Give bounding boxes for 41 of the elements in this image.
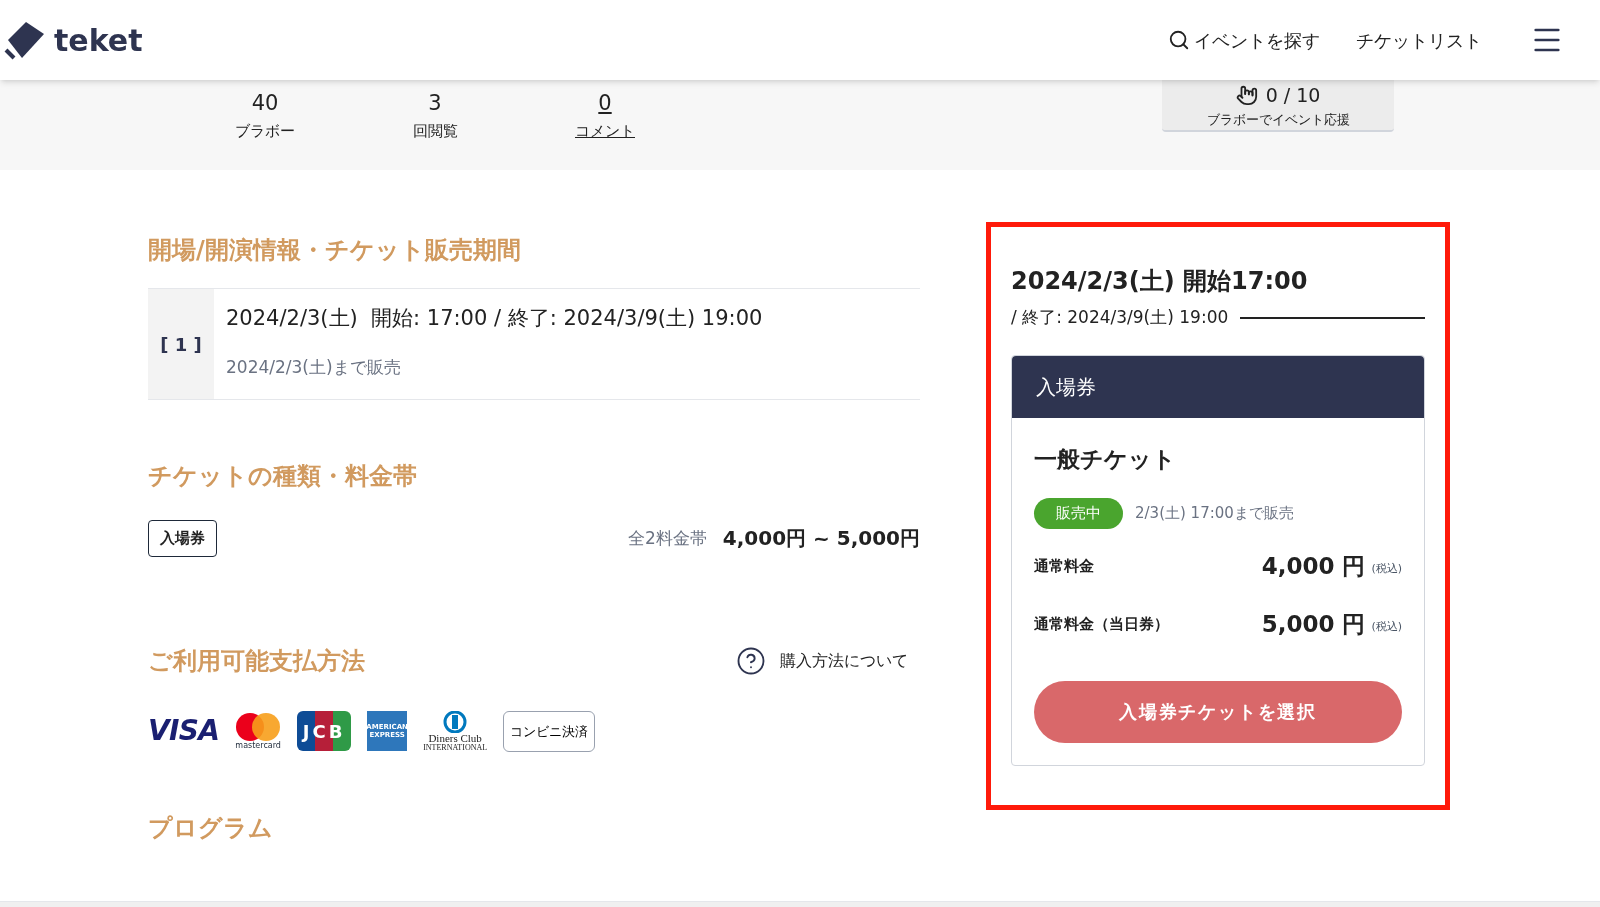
event-end: / 終了: 2024/3/9(土) 19:00 (1011, 306, 1229, 329)
tax-note: (税込) (1371, 561, 1402, 578)
price-range-label: 全2料金帯 (627, 526, 707, 550)
diners-club-logo: Diners Club INTERNATIONAL (423, 710, 488, 752)
purchase-help-link[interactable]: 購入方法について (736, 645, 908, 676)
price-range: 4,000円 ~ 5,000円 (722, 525, 920, 553)
price-label: 通常料金（当日券） (1034, 614, 1169, 636)
ticket-list-link[interactable]: チケットリスト (1356, 26, 1482, 54)
schedule-index: [ 1 ] (148, 289, 214, 399)
sale-status-badge: 販売中 (1034, 498, 1123, 529)
section-heading: 開場/開演情報・チケット販売期間 (148, 235, 522, 266)
ticket-category-header: 入場券 (1012, 355, 1424, 418)
ticket-logo-icon (4, 20, 46, 60)
stat-value: 40 (251, 90, 279, 117)
hand-icon (1235, 84, 1258, 107)
price-amount: 5,000 円 (1261, 610, 1366, 640)
sale-deadline: 2/3(土) 17:00まで販売 (1135, 503, 1294, 524)
stat-value: 3 (428, 90, 442, 117)
search-events-link[interactable]: イベントを探す (1168, 26, 1320, 54)
schedule-datetime: 2024/2/3(土) 開始: 17:00 / 終了: 2024/3/9(土) 19:00 (226, 305, 763, 332)
event-date: 2024/2/3(土) 開始17:00 (1011, 266, 1309, 297)
stat-label: ブラボー (235, 120, 295, 142)
stat-value[interactable]: 0 (598, 88, 612, 120)
stat-label: 回閲覧 (412, 120, 458, 142)
tax-note: (税込) (1371, 619, 1402, 636)
ticket-type-tag: 入場券 (148, 520, 217, 557)
ticket-name: 一般チケット (1034, 444, 1177, 474)
search-icon (1168, 29, 1190, 51)
stat-label-link[interactable]: コメント (575, 119, 635, 142)
price-amount: 4,000 円 (1261, 552, 1366, 582)
mastercard-logo: mastercard (235, 712, 282, 751)
price-label: 通常料金 (1034, 556, 1094, 578)
bravo-button[interactable]: 0 / 10 ブラボーでイベント応援 (1162, 80, 1394, 132)
logo-wordmark[interactable]: teket (54, 17, 143, 63)
section-heading: プログラム (148, 813, 274, 844)
help-icon (736, 645, 766, 676)
sale-period: 2024/2/3(土)まで販売 (226, 355, 402, 379)
convenience-store-badge: コンビニ決済 (503, 710, 596, 752)
section-heading: ご利用可能支払方法 (148, 645, 365, 677)
visa-logo: VISA (148, 717, 220, 746)
section-heading: チケットの種類・料金帯 (148, 461, 418, 492)
